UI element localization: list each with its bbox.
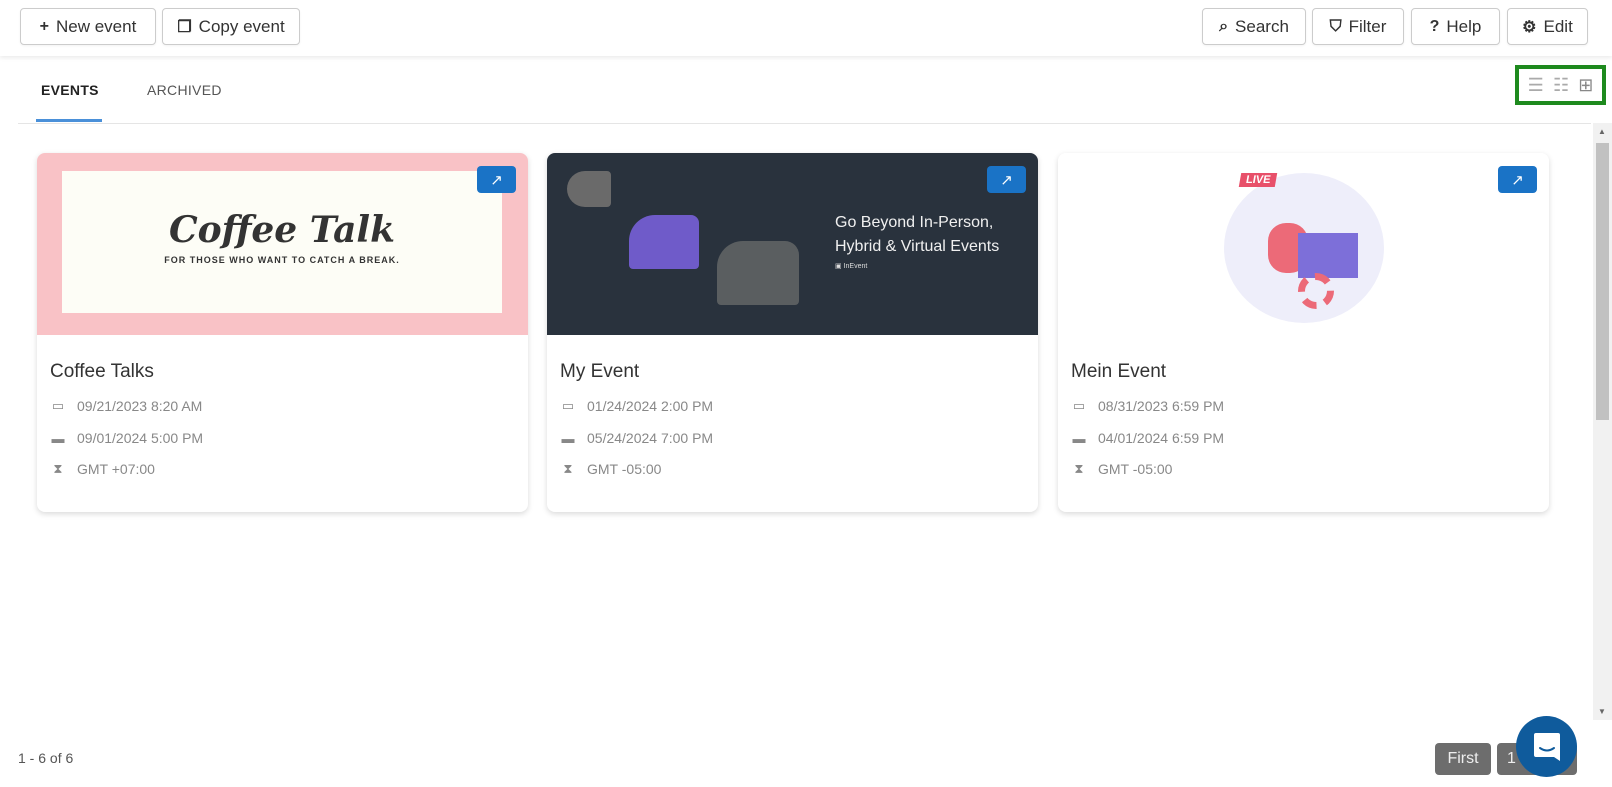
external-link-icon: ↗ bbox=[490, 171, 503, 189]
search-icon: ⌕ bbox=[1219, 17, 1229, 35]
chat-icon bbox=[1533, 732, 1560, 761]
edit-button[interactable]: ⚙ Edit bbox=[1507, 8, 1588, 45]
open-external-button[interactable]: ↗ bbox=[987, 166, 1026, 193]
calendar-outline-icon: ▭ bbox=[51, 398, 65, 413]
scrollbar[interactable]: ▲ ▼ bbox=[1593, 123, 1612, 720]
calendar-icon: ▬ bbox=[1072, 430, 1086, 446]
calendar-outline-icon: ▭ bbox=[1072, 398, 1086, 413]
active-tab-indicator bbox=[36, 119, 102, 122]
filter-icon: ⛉ bbox=[1329, 17, 1342, 35]
chat-launcher-button[interactable] bbox=[1516, 716, 1577, 777]
calendar-icon: ▬ bbox=[561, 430, 575, 446]
scroll-down-icon[interactable]: ▼ bbox=[1598, 707, 1606, 716]
event-card[interactable]: Go Beyond In-Person, Hybrid & Virtual Ev… bbox=[547, 153, 1038, 512]
open-external-button[interactable]: ↗ bbox=[477, 166, 516, 193]
event-title[interactable]: Coffee Talks bbox=[50, 361, 154, 383]
calendar-outline-icon: ▭ bbox=[561, 398, 575, 413]
view-switcher: ☰ ☷ ⊞ bbox=[1515, 65, 1606, 105]
start-date: 08/31/2023 6:59 PM bbox=[1098, 398, 1225, 414]
hourglass-icon: ⧗ bbox=[563, 461, 573, 476]
external-link-icon: ↗ bbox=[1000, 171, 1013, 189]
start-date: 09/21/2023 8:20 AM bbox=[77, 398, 203, 414]
divider bbox=[18, 123, 1591, 124]
copy-event-button[interactable]: ❐ Copy event bbox=[162, 8, 300, 45]
end-date: 04/01/2024 6:59 PM bbox=[1098, 430, 1225, 446]
first-page-button[interactable]: First bbox=[1435, 743, 1491, 775]
end-date: 05/24/2024 7:00 PM bbox=[587, 430, 714, 446]
event-title[interactable]: My Event bbox=[560, 361, 639, 383]
help-button[interactable]: ? Help bbox=[1411, 8, 1500, 45]
toolbar: + New event ❐ Copy event ⌕ Search ⛉ Filter ?… bbox=[0, 0, 1612, 56]
timezone: GMT -05:00 bbox=[1098, 461, 1173, 477]
open-external-button[interactable]: ↗ bbox=[1498, 166, 1537, 193]
scrollbar-thumb[interactable] bbox=[1596, 143, 1609, 420]
hourglass-icon: ⧗ bbox=[1074, 461, 1084, 476]
scroll-up-icon[interactable]: ▲ bbox=[1598, 127, 1606, 136]
start-date: 01/24/2024 2:00 PM bbox=[587, 398, 714, 414]
external-link-icon: ↗ bbox=[1511, 171, 1524, 189]
list-view-icon[interactable]: ☰ bbox=[1528, 75, 1544, 96]
calendar-icon: ▬ bbox=[51, 430, 65, 446]
result-count: 1 - 6 of 6 bbox=[18, 750, 74, 766]
plus-icon: + bbox=[39, 17, 49, 35]
tab-events[interactable]: EVENTS bbox=[41, 82, 99, 98]
inevent-logo: ▣ InEvent bbox=[835, 263, 868, 270]
event-title[interactable]: Mein Event bbox=[1071, 361, 1166, 383]
timezone: GMT +07:00 bbox=[77, 461, 155, 477]
end-date: 09/01/2024 5:00 PM bbox=[77, 430, 204, 446]
gear-icon: ⚙ bbox=[1522, 18, 1537, 36]
filter-button[interactable]: ⛉ Filter bbox=[1312, 8, 1404, 45]
event-card[interactable]: Coffee Talk FOR THOSE WHO WANT TO CATCH … bbox=[37, 153, 528, 512]
search-button[interactable]: ⌕ Search bbox=[1202, 8, 1306, 45]
new-event-button[interactable]: + New event bbox=[20, 8, 156, 45]
copy-icon: ❐ bbox=[177, 18, 192, 36]
timezone: GMT -05:00 bbox=[587, 461, 662, 477]
hourglass-icon: ⧗ bbox=[53, 461, 63, 476]
event-banner: LIVE ↗ bbox=[1058, 153, 1549, 335]
grid-view-icon[interactable]: ⊞ bbox=[1578, 75, 1593, 96]
event-banner: Go Beyond In-Person, Hybrid & Virtual Ev… bbox=[547, 153, 1038, 335]
detailed-list-view-icon[interactable]: ☷ bbox=[1553, 75, 1569, 96]
tab-archived[interactable]: ARCHIVED bbox=[147, 82, 222, 98]
event-card[interactable]: LIVE ↗ Mein Event ▭ 08/31/2023 6:59 PM ▬ 0… bbox=[1058, 153, 1549, 512]
event-banner: Coffee Talk FOR THOSE WHO WANT TO CATCH … bbox=[37, 153, 528, 335]
help-icon: ? bbox=[1429, 17, 1440, 35]
